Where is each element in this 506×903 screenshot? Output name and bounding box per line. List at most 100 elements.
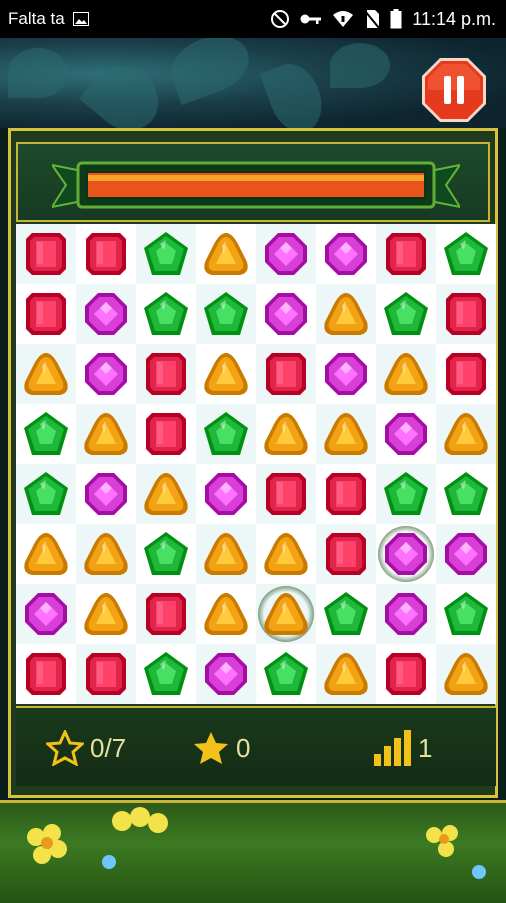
board-cell[interactable] xyxy=(316,404,376,464)
board-cell[interactable] xyxy=(256,644,316,704)
board-cell[interactable] xyxy=(316,644,376,704)
board-cell[interactable] xyxy=(316,584,376,644)
board-cell[interactable] xyxy=(436,584,496,644)
board-cell[interactable] xyxy=(436,404,496,464)
board-cell[interactable] xyxy=(376,524,436,584)
board-cell[interactable] xyxy=(76,524,136,584)
board-cell[interactable] xyxy=(136,224,196,284)
red-gem-icon xyxy=(266,353,306,395)
notification-text: Falta ta xyxy=(8,9,65,28)
board-cell[interactable] xyxy=(16,464,76,524)
level: 1 xyxy=(372,728,432,768)
purple-gem-icon xyxy=(325,353,367,395)
board-cell[interactable] xyxy=(376,284,436,344)
signal-bars-icon xyxy=(374,730,411,766)
board-cell[interactable] xyxy=(76,284,136,344)
board-cell[interactable] xyxy=(316,224,376,284)
board-cell[interactable] xyxy=(16,404,76,464)
ground-background xyxy=(0,800,506,903)
board-cell[interactable] xyxy=(316,344,376,404)
red-gem-icon xyxy=(386,653,426,695)
board-cell[interactable] xyxy=(196,584,256,644)
board-cell[interactable] xyxy=(136,584,196,644)
board-cell[interactable] xyxy=(436,464,496,524)
purple-gem-icon xyxy=(205,653,247,695)
board-cell[interactable] xyxy=(256,524,316,584)
board-cell[interactable] xyxy=(316,464,376,524)
pause-button[interactable] xyxy=(420,56,488,124)
green-gem-icon xyxy=(444,472,488,515)
board-cell[interactable] xyxy=(376,464,436,524)
do-not-disturb-icon xyxy=(270,9,290,29)
red-gem-icon xyxy=(26,653,66,695)
board-cell[interactable] xyxy=(196,284,256,344)
orange-gem-icon xyxy=(264,413,308,455)
board-cell[interactable] xyxy=(256,584,316,644)
board-cell[interactable] xyxy=(316,524,376,584)
board-cell[interactable] xyxy=(436,344,496,404)
orange-gem-icon xyxy=(324,413,368,455)
board-cell[interactable] xyxy=(436,284,496,344)
board-cell[interactable] xyxy=(136,404,196,464)
board-cell[interactable] xyxy=(196,404,256,464)
board-cell[interactable] xyxy=(76,224,136,284)
red-gem-icon xyxy=(386,233,426,275)
purple-gem-icon xyxy=(385,413,427,455)
board-cell[interactable] xyxy=(196,224,256,284)
board-cell[interactable] xyxy=(16,584,76,644)
board-cell[interactable] xyxy=(256,284,316,344)
board-cell[interactable] xyxy=(16,344,76,404)
board-cell[interactable] xyxy=(76,584,136,644)
board-cell[interactable] xyxy=(196,344,256,404)
board-cell[interactable] xyxy=(76,464,136,524)
board-cell[interactable] xyxy=(136,524,196,584)
board-cell[interactable] xyxy=(16,644,76,704)
stars-collected: 0/7 xyxy=(46,728,126,768)
red-gem-icon xyxy=(446,293,486,335)
board-cell[interactable] xyxy=(196,464,256,524)
purple-gem-icon xyxy=(25,593,67,635)
green-gem-icon xyxy=(24,412,68,455)
purple-gem-icon xyxy=(265,293,307,335)
board-cell[interactable] xyxy=(376,344,436,404)
red-gem-icon xyxy=(146,413,186,455)
board-cell[interactable] xyxy=(436,524,496,584)
board-cell[interactable] xyxy=(436,224,496,284)
board-cell[interactable] xyxy=(136,284,196,344)
board-cell[interactable] xyxy=(196,644,256,704)
board-cell[interactable] xyxy=(256,344,316,404)
board-cell[interactable] xyxy=(76,644,136,704)
level-value: 1 xyxy=(418,732,433,763)
orange-gem-icon xyxy=(84,413,128,455)
board-cell[interactable] xyxy=(376,644,436,704)
green-gem-icon xyxy=(444,232,488,275)
board-cell[interactable] xyxy=(136,344,196,404)
green-gem-icon xyxy=(444,592,488,635)
board-cell[interactable] xyxy=(376,584,436,644)
board-cell[interactable] xyxy=(76,404,136,464)
board-cell[interactable] xyxy=(16,284,76,344)
board-cell[interactable] xyxy=(256,404,316,464)
purple-gem-icon xyxy=(85,353,127,395)
board-cell[interactable] xyxy=(256,224,316,284)
board-cell[interactable] xyxy=(376,224,436,284)
progress-banner xyxy=(52,161,460,209)
purple-gem-icon xyxy=(85,473,127,515)
board-cell[interactable] xyxy=(376,404,436,464)
board-cell[interactable] xyxy=(16,524,76,584)
board-cell[interactable] xyxy=(196,524,256,584)
red-gem-icon xyxy=(146,593,186,635)
board-cell[interactable] xyxy=(436,644,496,704)
board-cell[interactable] xyxy=(16,224,76,284)
board-cell[interactable] xyxy=(136,644,196,704)
green-gem-icon xyxy=(24,472,68,515)
red-gem-icon xyxy=(446,353,486,395)
board-cell[interactable] xyxy=(76,344,136,404)
red-gem-icon xyxy=(146,353,186,395)
board-cell[interactable] xyxy=(136,464,196,524)
board-cell[interactable] xyxy=(256,464,316,524)
board-cell[interactable] xyxy=(316,284,376,344)
orange-gem-icon xyxy=(384,353,428,395)
orange-gem-icon xyxy=(144,473,188,515)
orange-gem-icon xyxy=(324,293,368,335)
